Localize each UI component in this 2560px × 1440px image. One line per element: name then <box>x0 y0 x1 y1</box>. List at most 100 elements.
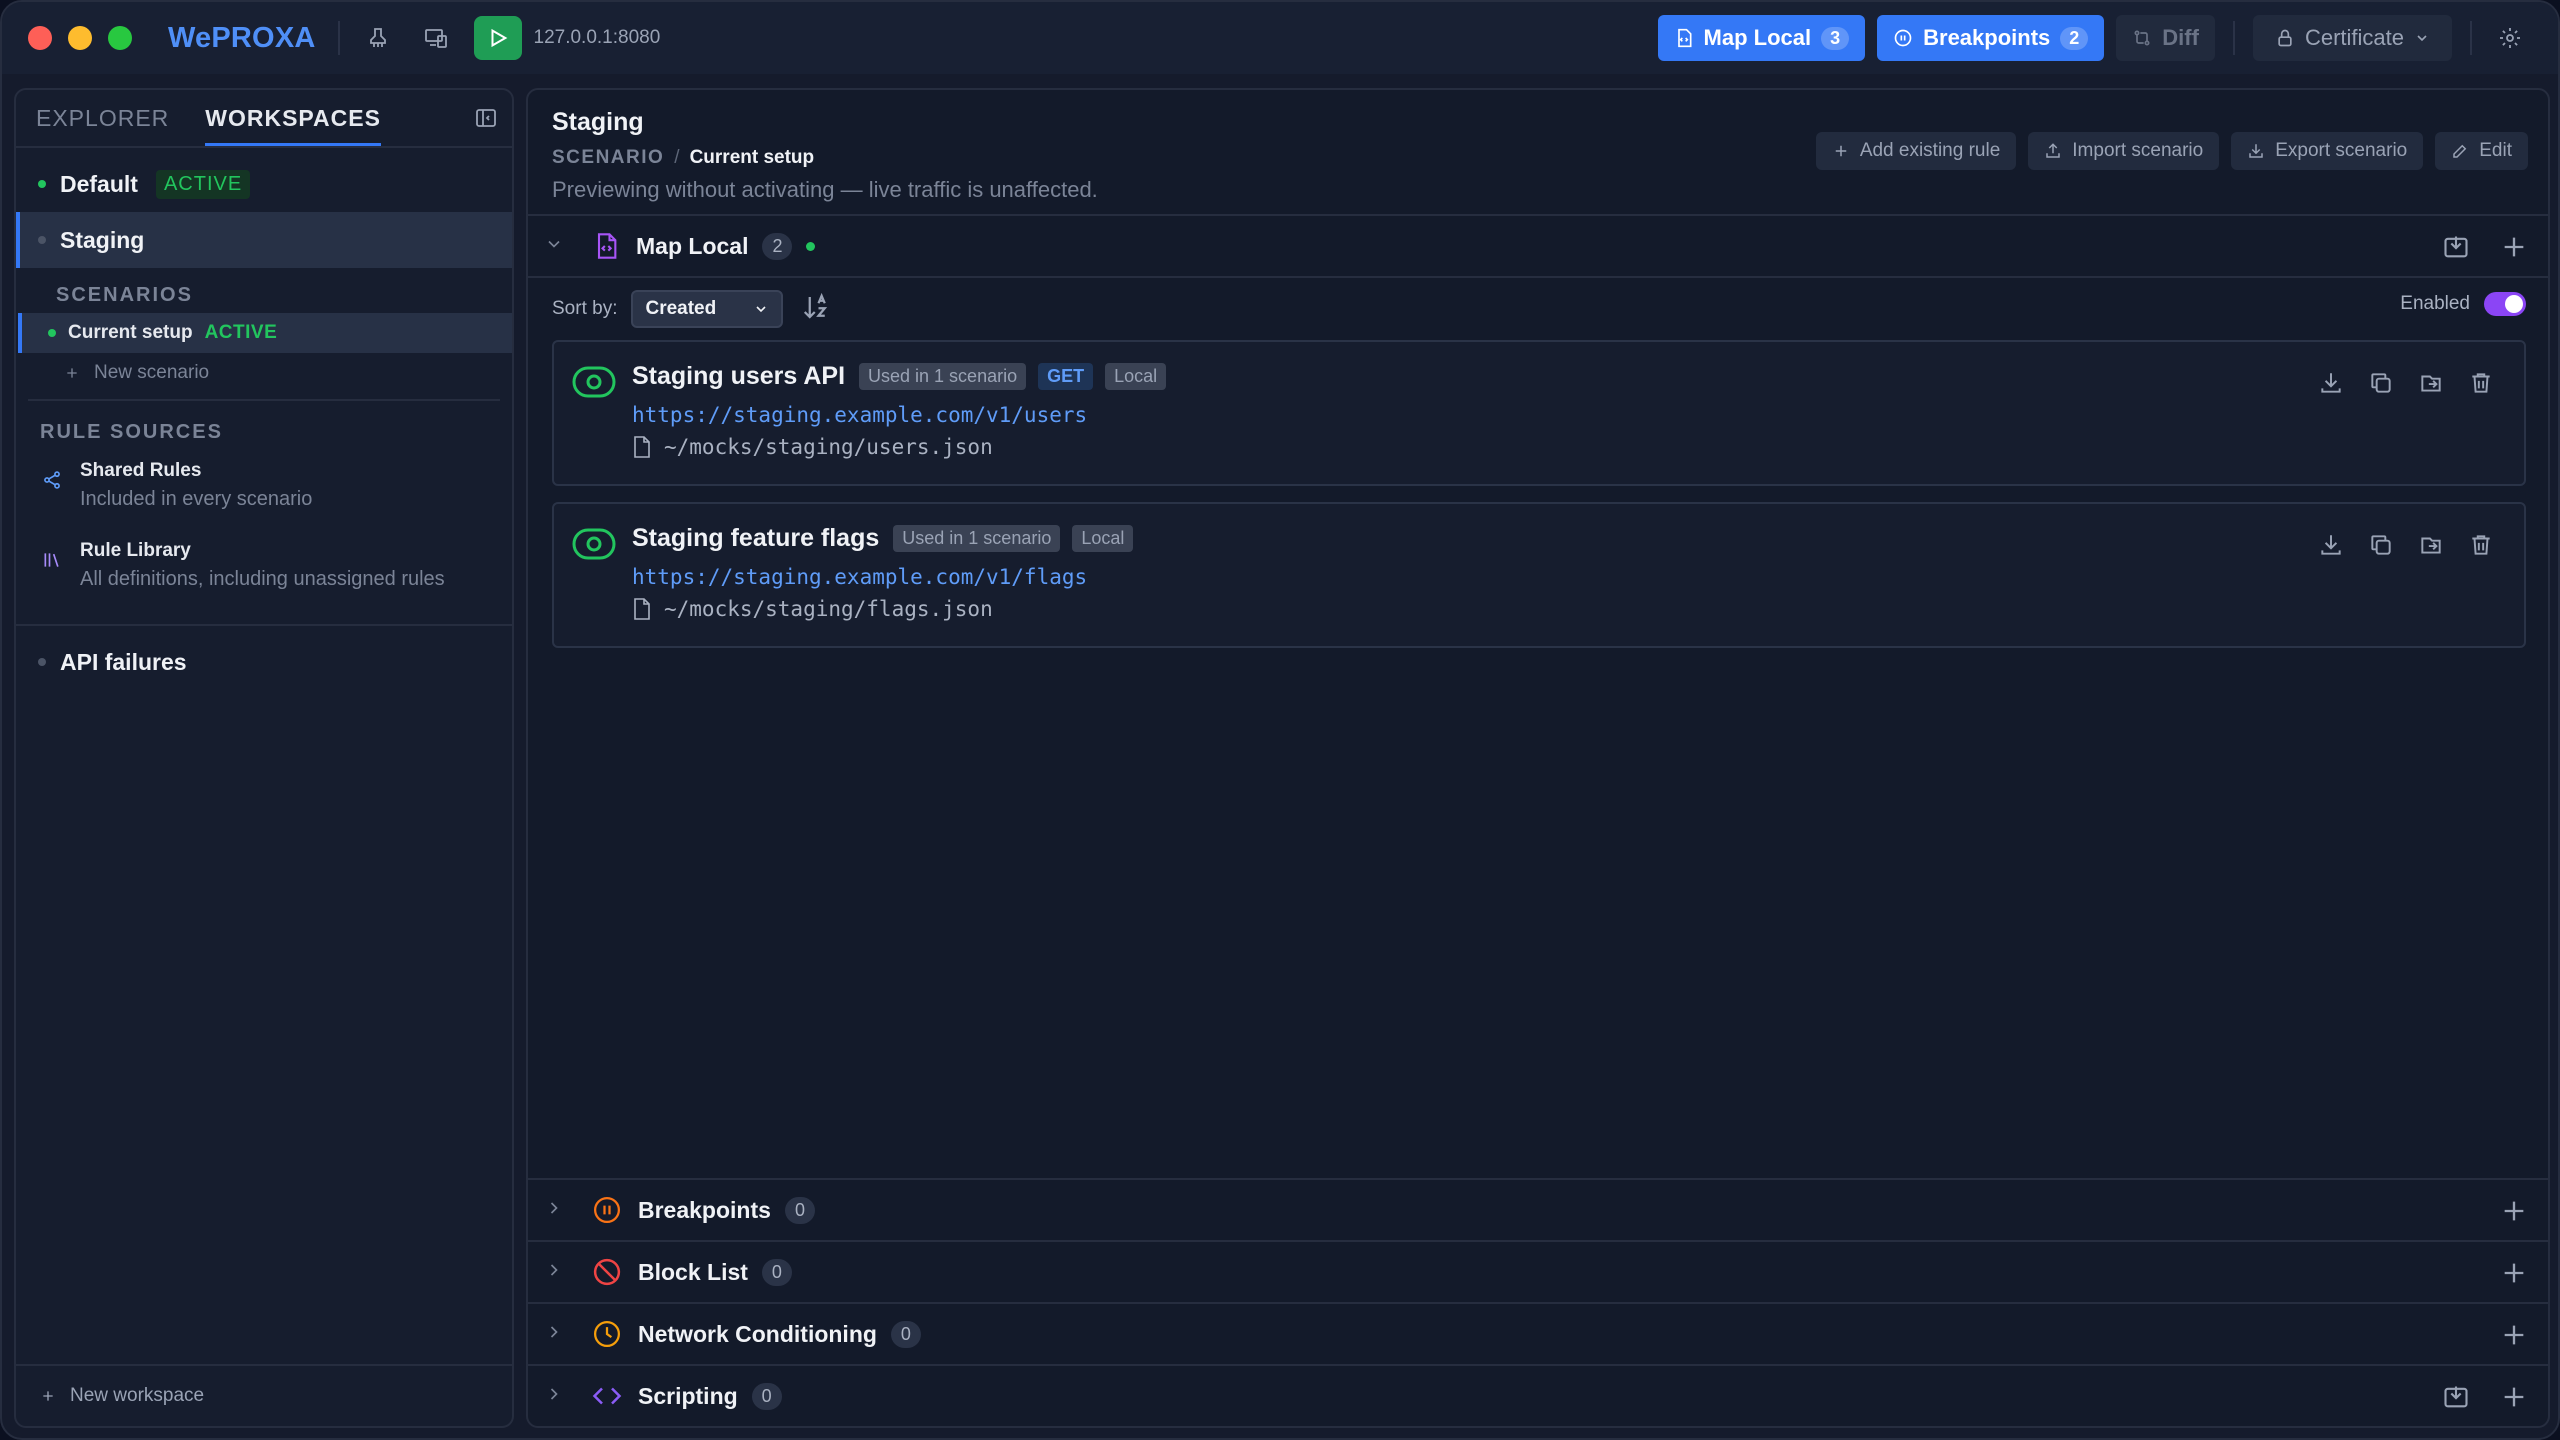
rule-source-rule-library[interactable]: Rule Library All definitions, including … <box>16 536 512 616</box>
status-dot <box>806 241 816 251</box>
download-icon <box>2249 144 2263 158</box>
rule-card[interactable]: Staging users API Used in 1 scenario GET… <box>552 340 2526 486</box>
proxy-address: 127.0.0.1:8080 <box>533 27 661 48</box>
workspace-api-failures[interactable]: API failures <box>16 634 512 690</box>
window-controls <box>28 26 132 50</box>
rule-card[interactable]: Staging feature flags Used in 1 scenario… <box>552 502 2526 648</box>
method-tag: GET <box>1038 363 1094 390</box>
move-icon[interactable] <box>2418 370 2444 401</box>
file-code-icon <box>592 232 620 260</box>
trash-icon[interactable] <box>2468 370 2494 401</box>
kind-tag: Local <box>1105 363 1167 390</box>
start-proxy-button[interactable] <box>473 16 522 60</box>
pause-circle-icon <box>1894 29 1912 47</box>
sidebar: EXPLORER WORKSPACES Default ACTIVE Stagi… <box>14 88 514 1428</box>
preview-note: Previewing without activating — live tra… <box>552 177 1098 202</box>
diff-icon <box>2134 30 2150 46</box>
active-badge: ACTIVE <box>155 169 251 199</box>
add-rule-icon[interactable] <box>2500 1383 2528 1416</box>
map-local-count: 2 <box>762 232 793 260</box>
usage-tag: Used in 1 scenario <box>893 525 1061 552</box>
file-icon <box>634 598 650 620</box>
add-rule-icon[interactable] <box>2500 1259 2528 1292</box>
workspace-staging[interactable]: Staging <box>16 212 512 268</box>
scenario-header: Staging SCENARIO / Current setup Preview… <box>528 90 2548 216</box>
block-list-section-header[interactable]: Block List 0 <box>528 1240 2548 1302</box>
network-conditioning-section-header[interactable]: Network Conditioning 0 <box>528 1302 2548 1364</box>
toolbar-right: Map Local 3 Breakpoints 2 Diff Certifica… <box>1657 15 2530 61</box>
title-bar: WePROXA 127.0.0.1:8080 Map Local 3 Break… <box>2 2 2558 74</box>
workspace-default[interactable]: Default ACTIVE <box>16 156 512 212</box>
clear-icon[interactable] <box>358 18 398 58</box>
lock-icon <box>2278 29 2292 47</box>
share-icon <box>42 470 62 495</box>
download-icon[interactable] <box>2318 532 2344 563</box>
edit-button[interactable]: Edit <box>2435 132 2528 170</box>
new-workspace-button[interactable]: New workspace <box>16 1364 512 1426</box>
code-icon <box>592 1381 622 1411</box>
trash-icon[interactable] <box>2468 532 2494 563</box>
import-rule-icon[interactable] <box>2442 233 2470 266</box>
rule-sources-heading: RULE SOURCES <box>40 421 223 443</box>
eye-icon[interactable] <box>572 528 616 565</box>
chevron-right-icon[interactable] <box>544 1260 574 1285</box>
duplicate-icon[interactable] <box>2368 370 2394 401</box>
move-icon[interactable] <box>2418 532 2444 563</box>
tab-explorer[interactable]: EXPLORER <box>36 105 169 146</box>
file-code-icon <box>1677 28 1692 48</box>
sort-bar: Sort by: Created Enabled <box>528 278 2548 340</box>
enabled-toggle[interactable] <box>2484 292 2526 316</box>
import-scenario-button[interactable]: Import scenario <box>2028 132 2220 170</box>
chevron-right-icon[interactable] <box>544 1322 574 1347</box>
map-local-section-header[interactable]: Map Local 2 <box>528 216 2548 278</box>
rule-path: ~/mocks/staging/users.json <box>664 435 993 459</box>
plus-icon <box>67 368 77 378</box>
export-scenario-button[interactable]: Export scenario <box>2231 132 2424 170</box>
scripting-section-header[interactable]: Scripting 0 <box>528 1364 2548 1426</box>
new-scenario-button[interactable]: New scenario <box>16 353 512 393</box>
header-actions: Add existing rule Import scenario Export… <box>1815 132 2528 170</box>
usage-tag: Used in 1 scenario <box>859 363 1027 390</box>
sort-select[interactable]: Created <box>631 290 784 328</box>
breakpoints-section-header[interactable]: Breakpoints 0 <box>528 1178 2548 1240</box>
import-rule-icon[interactable] <box>2442 1383 2470 1416</box>
file-icon <box>634 436 650 458</box>
close-window-button[interactable] <box>28 26 52 50</box>
breakpoints-button[interactable]: Breakpoints 2 <box>1877 15 2105 61</box>
add-rule-icon[interactable] <box>2500 233 2528 266</box>
main-panel: Staging SCENARIO / Current setup Preview… <box>526 88 2550 1428</box>
sort-direction-icon[interactable] <box>801 292 831 327</box>
play-icon <box>491 28 507 48</box>
map-local-button[interactable]: Map Local 3 <box>1657 15 1866 61</box>
certificate-dropdown[interactable]: Certificate <box>2252 15 2452 61</box>
duplicate-icon[interactable] <box>2368 532 2394 563</box>
scenarios-heading: SCENARIOS <box>56 284 193 306</box>
rule-url[interactable]: https://staging.example.com/v1/users <box>632 403 2524 427</box>
add-rule-icon[interactable] <box>2500 1321 2528 1354</box>
scenario-current-setup[interactable]: Current setup ACTIVE <box>18 313 512 353</box>
chevron-right-icon[interactable] <box>544 1198 574 1223</box>
zoom-window-button[interactable] <box>108 26 132 50</box>
chevron-down-icon[interactable] <box>544 234 574 259</box>
collapse-sidebar-icon[interactable] <box>474 106 498 135</box>
active-dot <box>38 180 46 188</box>
collapsed-sections: Breakpoints 0 Block List 0 Network Condi… <box>528 1178 2548 1426</box>
diff-button[interactable]: Diff <box>2116 15 2215 61</box>
app-window: WePROXA 127.0.0.1:8080 Map Local 3 Break… <box>0 0 2560 1440</box>
rule-url[interactable]: https://staging.example.com/v1/flags <box>632 565 2524 589</box>
chevron-right-icon[interactable] <box>544 1384 574 1409</box>
gear-icon[interactable] <box>2490 18 2530 58</box>
add-rule-icon[interactable] <box>2500 1197 2528 1230</box>
tab-workspaces[interactable]: WORKSPACES <box>205 105 381 146</box>
devices-icon[interactable] <box>416 18 456 58</box>
download-icon[interactable] <box>2318 370 2344 401</box>
chevron-down-icon <box>2417 35 2427 42</box>
minimize-window-button[interactable] <box>68 26 92 50</box>
rule-source-shared-rules[interactable]: Shared Rules Included in every scenario <box>16 456 512 536</box>
pencil-icon <box>2453 144 2467 158</box>
add-existing-rule-button[interactable]: Add existing rule <box>1815 132 2017 170</box>
map-local-count: 3 <box>1821 26 1850 50</box>
rule-title: Staging users API <box>632 362 846 390</box>
enabled-toggle-group: Enabled <box>2400 292 2526 316</box>
eye-icon[interactable] <box>572 366 616 403</box>
